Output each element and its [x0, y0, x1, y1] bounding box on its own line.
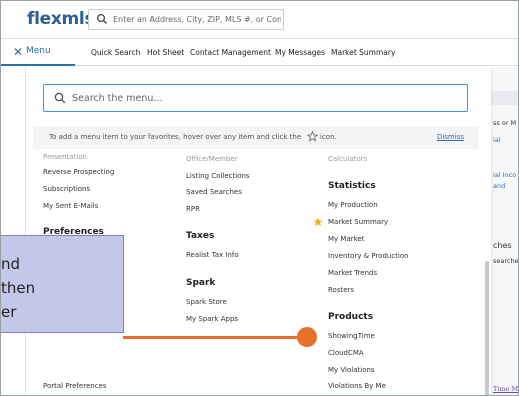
- menu-item-listing-collections[interactable]: Listing Collections: [186, 172, 250, 180]
- close-icon: ✕: [13, 45, 24, 59]
- main-nav: ✕ Menu Quick Search Hot Sheet Contact Ma…: [1, 40, 518, 66]
- dismiss-link[interactable]: Dismiss: [437, 133, 464, 141]
- tutorial-callout: nd then er: [1, 235, 124, 333]
- heading-taxes: Taxes: [186, 231, 215, 241]
- menu-item-subscriptions[interactable]: Subscriptions: [43, 185, 90, 193]
- menu-label: Menu: [26, 46, 51, 56]
- menu-search-box[interactable]: [43, 84, 468, 112]
- global-search-box[interactable]: [88, 9, 284, 30]
- menu-item-market-summary[interactable]: Market Summary: [328, 218, 388, 226]
- menu-item-realist-tax-info[interactable]: Realist Tax Info: [186, 251, 239, 259]
- menu-item-my-sent-emails[interactable]: My Sent E-Mails: [43, 202, 98, 210]
- bg-link[interactable]: Time M: [493, 385, 518, 393]
- top-header: flexmls: [1, 1, 518, 39]
- nav-market-summary[interactable]: Market Summary: [331, 48, 395, 57]
- favorites-tip-text-end: icon.: [320, 133, 337, 141]
- menu-item-my-market[interactable]: My Market: [328, 235, 364, 243]
- callout-line: er: [1, 303, 17, 321]
- callout-line: nd: [1, 255, 21, 273]
- menu-item-rpr[interactable]: RPR: [186, 205, 200, 213]
- bg-text: ss or M: [493, 119, 517, 127]
- menu-item-office-member[interactable]: Office/Member: [186, 155, 238, 163]
- star-filled-icon[interactable]: [313, 217, 323, 227]
- menu-button[interactable]: ✕ Menu: [1, 40, 75, 66]
- menu-item-rosters[interactable]: Rosters: [328, 286, 354, 294]
- menu-item-my-production[interactable]: My Production: [328, 201, 378, 209]
- search-icon: [54, 92, 66, 104]
- flexmls-logo[interactable]: flexmls: [27, 9, 95, 29]
- callout-connector-line: [123, 336, 307, 339]
- menu-item-my-violations[interactable]: My Violations: [328, 366, 375, 374]
- menu-search-input[interactable]: [72, 88, 462, 108]
- app-window: flexmls ✕ Menu Quick Search Hot Sheet Co…: [0, 0, 519, 396]
- menu-item-showingtime[interactable]: ShowingTime: [328, 332, 375, 340]
- callout-target-dot: [297, 327, 317, 347]
- callout-line: then: [1, 279, 36, 297]
- heading-spark: Spark: [186, 278, 216, 288]
- bg-text: ial: [493, 136, 501, 144]
- global-search-input[interactable]: [113, 11, 281, 28]
- star-outline-icon: [307, 131, 318, 142]
- nav-quick-search[interactable]: Quick Search: [91, 48, 140, 57]
- menu-item-reverse-prospecting[interactable]: Reverse Prospecting: [43, 168, 114, 176]
- menu-item-spark-store[interactable]: Spark Store: [186, 298, 227, 306]
- menu-item-cloudcma[interactable]: CloudCMA: [328, 349, 364, 357]
- menu-item-violations-by-me[interactable]: Violations By Me: [328, 382, 386, 390]
- bg-text: searche: [493, 257, 519, 265]
- heading-products: Products: [328, 312, 374, 322]
- favorites-tip-text: To add a menu item to your favorites, ho…: [49, 133, 302, 141]
- menu-scrollbar[interactable]: [485, 261, 489, 395]
- nav-hot-sheet[interactable]: Hot Sheet: [147, 48, 184, 57]
- nav-contact-management[interactable]: Contact Management: [190, 48, 271, 57]
- menu-item-presentation[interactable]: Presentation: [43, 153, 87, 161]
- favorites-tip: To add a menu item to your favorites, ho…: [33, 127, 478, 149]
- menu-panel: To add a menu item to your favorites, ho…: [25, 67, 491, 395]
- menu-item-market-trends[interactable]: Market Trends: [328, 269, 377, 277]
- background-bar: [491, 91, 518, 105]
- search-icon: [96, 13, 107, 24]
- menu-item-inventory-production[interactable]: Inventory & Production: [328, 252, 409, 260]
- menu-item-my-spark-apps[interactable]: My Spark Apps: [186, 315, 238, 323]
- nav-my-messages[interactable]: My Messages: [275, 48, 325, 57]
- background-page: [491, 67, 518, 395]
- heading-statistics: Statistics: [328, 181, 376, 191]
- menu-item-calculators[interactable]: Calculators: [328, 155, 367, 163]
- bg-text: ches: [493, 241, 512, 250]
- bg-text: and: [493, 182, 506, 190]
- menu-item-portal-preferences[interactable]: Portal Preferences: [43, 382, 107, 390]
- bg-text: ial Inco: [493, 171, 517, 179]
- menu-item-saved-searches[interactable]: Saved Searches: [186, 188, 242, 196]
